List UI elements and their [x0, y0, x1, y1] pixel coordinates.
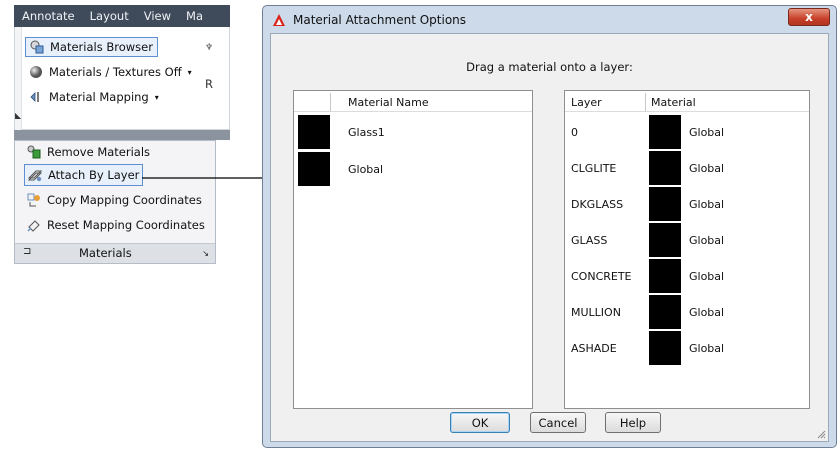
reset-mapping-coordinates-button[interactable]: Reset Mapping Coordinates	[24, 214, 208, 236]
material-column-header[interactable]: Material	[651, 93, 696, 111]
layer-material-name: Global	[689, 197, 725, 211]
material-swatch[interactable]	[298, 152, 330, 186]
remove-materials-label: Remove Materials	[47, 145, 151, 159]
layer-material-swatch	[649, 295, 681, 329]
material-mapping-icon	[29, 90, 43, 104]
material-name-header[interactable]: Material Name	[348, 93, 429, 111]
header-divider	[565, 111, 809, 112]
panel-footer: ⊐ Materials ↘	[15, 243, 215, 263]
panel-expander-icon: ◣	[15, 111, 22, 120]
copy-mapping-icon	[27, 193, 41, 207]
material-attachment-dialog: Material Attachment Options x Drag a mat…	[262, 5, 837, 448]
chevron-down-icon: ▾	[154, 92, 159, 102]
partial-icon: ♆	[205, 43, 214, 53]
header-separator	[645, 93, 646, 111]
chevron-down-icon: ▾	[187, 67, 192, 77]
tab-ma[interactable]: Ma	[186, 9, 203, 23]
layer-material-name: Global	[689, 233, 725, 247]
ribbon-divider	[14, 130, 230, 140]
materials-textures-off-label: Materials / Textures Off	[49, 65, 182, 79]
layer-name: CONCRETE	[571, 269, 632, 283]
materials-browser-label: Materials Browser	[50, 40, 153, 54]
layer-material-swatch	[649, 259, 681, 293]
materials-browser-icon	[30, 40, 44, 54]
material-swatch[interactable]	[298, 115, 330, 149]
help-button[interactable]: Help	[605, 412, 661, 433]
layer-material-swatch	[649, 331, 681, 365]
layer-material-swatch	[649, 151, 681, 185]
attach-by-layer-icon	[27, 168, 43, 182]
partial-label: R	[205, 77, 213, 91]
attach-by-layer-button[interactable]: Attach By Layer	[24, 164, 144, 186]
autocad-logo-icon	[272, 13, 286, 27]
layer-material-swatch	[649, 115, 681, 149]
dialog-titlebar: Material Attachment Options x	[263, 6, 836, 33]
header-divider	[294, 111, 532, 112]
resize-grip-icon[interactable]	[816, 429, 826, 439]
layer-name: GLASS	[571, 233, 608, 247]
layer-material-name: Global	[689, 161, 725, 175]
layer-header[interactable]: Layer	[571, 93, 602, 111]
layer-name: 0	[571, 125, 578, 139]
dialog-title: Material Attachment Options	[293, 12, 467, 27]
materials-browser-button[interactable]: Materials Browser	[25, 37, 158, 57]
reset-mapping-icon	[27, 218, 41, 232]
remove-materials-button[interactable]: Remove Materials	[24, 141, 153, 163]
material-mapping-label: Material Mapping	[49, 90, 149, 104]
layer-material-name: Global	[689, 125, 725, 139]
header-separator	[330, 93, 331, 111]
layer-material-swatch	[649, 187, 681, 221]
cancel-button[interactable]: Cancel	[530, 412, 586, 433]
layer-name: CLGLITE	[571, 161, 617, 175]
sphere-icon	[29, 65, 43, 79]
copy-mapping-coordinates-button[interactable]: Copy Mapping Coordinates	[24, 189, 205, 211]
material-item[interactable]: Glass1	[348, 115, 385, 149]
layer-name: DKGLASS	[571, 197, 624, 211]
material-mapping-dropdown[interactable]: Material Mapping ▾	[25, 87, 163, 107]
close-icon: x	[805, 10, 813, 24]
ribbon-panel: Materials Browser Materials / Textures O…	[14, 27, 230, 130]
ok-button[interactable]: OK	[450, 412, 510, 433]
remove-materials-icon	[27, 145, 41, 159]
materials-dropdown-panel: Remove Materials Attach By Layer Copy Ma…	[14, 140, 216, 264]
layer-material-name: Global	[689, 341, 725, 355]
reset-mapping-coordinates-label: Reset Mapping Coordinates	[47, 218, 205, 232]
ribbon-tab-bar: Annotate Layout View Ma	[14, 5, 230, 27]
dialog-body: Drag a material onto a layer: Material N…	[270, 33, 829, 442]
layer-material-name: Global	[689, 305, 725, 319]
layer-material-name: Global	[689, 269, 725, 283]
materials-textures-off-dropdown[interactable]: Materials / Textures Off ▾	[25, 62, 196, 82]
material-item[interactable]: Global	[348, 152, 383, 186]
dialog-launcher-icon[interactable]: ↘	[202, 249, 209, 258]
tab-layout[interactable]: Layout	[90, 9, 129, 23]
close-button[interactable]: x	[788, 8, 830, 26]
copy-mapping-coordinates-label: Copy Mapping Coordinates	[47, 193, 202, 207]
tab-view[interactable]: View	[144, 9, 171, 23]
pin-icon[interactable]: ⊐	[23, 246, 31, 257]
layer-material-swatch	[649, 223, 681, 257]
instruction-text: Drag a material onto a layer:	[466, 60, 633, 74]
material-list[interactable]: Material Name Glass1 Global	[293, 90, 533, 409]
tab-annotate[interactable]: Annotate	[22, 9, 75, 23]
layer-name: MULLION	[571, 305, 621, 319]
panel-title: Materials	[79, 246, 132, 260]
attach-by-layer-label: Attach By Layer	[48, 168, 140, 182]
layer-list[interactable]: Layer Material 0 Global CLGLITE Global D…	[564, 90, 810, 409]
layer-name: ASHADE	[571, 341, 617, 355]
